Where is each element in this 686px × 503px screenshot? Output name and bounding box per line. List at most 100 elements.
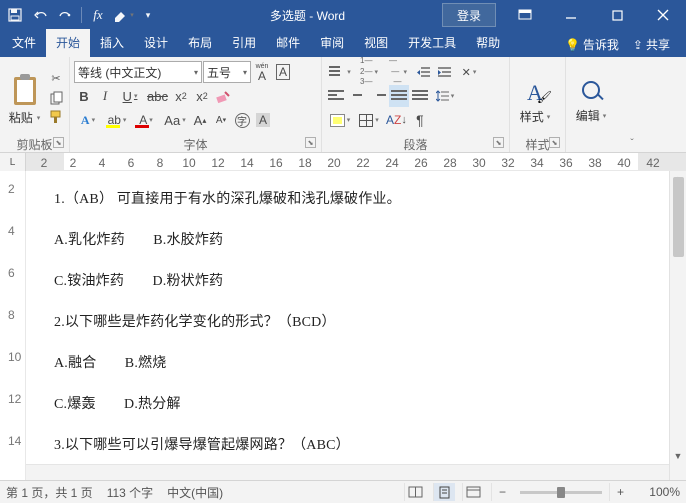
increase-indent-icon[interactable] xyxy=(434,61,454,83)
copy-icon[interactable] xyxy=(47,89,65,107)
print-layout-icon[interactable] xyxy=(433,483,455,501)
document-page[interactable]: 1.（AB） 可直接用于有水的深孔爆破和浅孔爆破作业。 A.乳化炸药 B.水胶炸药… xyxy=(26,171,669,480)
scroll-thumb[interactable] xyxy=(673,177,684,257)
doc-line[interactable]: 1.（AB） 可直接用于有水的深孔爆破和浅孔爆破作业。 xyxy=(54,189,655,210)
scroll-down-icon[interactable]: ▼ xyxy=(670,448,686,464)
tab-开发工具[interactable]: 开发工具 xyxy=(398,29,466,57)
font-dialog-icon[interactable]: ⬊ xyxy=(305,137,316,148)
doc-line[interactable]: C.铵油炸药 D.粉状炸药 xyxy=(54,271,655,292)
word-count[interactable]: 113 个字 xyxy=(107,484,153,501)
enclose-character-icon[interactable]: 字 xyxy=(232,109,252,131)
share-button[interactable]: ⇪共享 xyxy=(627,32,676,57)
grow-font-icon[interactable]: A▴ xyxy=(190,109,210,131)
italic-button[interactable]: I xyxy=(95,85,115,107)
login-button[interactable]: 登录 xyxy=(442,3,496,27)
doc-line[interactable]: A.融合 B.燃烧 xyxy=(54,353,655,374)
phonetic-guide-icon[interactable]: wénA xyxy=(252,61,272,83)
collapse-ribbon-icon[interactable]: ˇ xyxy=(622,57,642,153)
paste-button[interactable]: 粘贴▾ xyxy=(4,59,45,136)
qat-customize-icon[interactable]: ▾ xyxy=(137,3,159,27)
character-shading-icon[interactable]: A xyxy=(253,109,273,131)
close-icon[interactable] xyxy=(640,0,686,30)
clear-formatting-icon[interactable] xyxy=(213,85,233,107)
ribbon-display-icon[interactable] xyxy=(502,0,548,30)
minimize-icon[interactable] xyxy=(548,0,594,30)
zoom-slider[interactable] xyxy=(520,491,602,494)
zoom-level[interactable]: 100% xyxy=(638,485,680,499)
clipboard-dialog-icon[interactable]: ⬊ xyxy=(53,137,64,148)
font-color-icon[interactable]: A▾ xyxy=(132,109,160,131)
tab-帮助[interactable]: 帮助 xyxy=(466,29,510,57)
doc-line[interactable]: C.爆轰 D.热分解 xyxy=(54,394,655,415)
multilevel-list-icon[interactable]: — — —▾ xyxy=(384,61,412,83)
formula-icon[interactable]: fx xyxy=(87,3,109,27)
underline-button[interactable]: U▾ xyxy=(116,85,144,107)
justify-icon[interactable] xyxy=(389,85,409,107)
save-icon[interactable] xyxy=(4,3,26,27)
tab-邮件[interactable]: 邮件 xyxy=(266,29,310,57)
tab-引用[interactable]: 引用 xyxy=(222,29,266,57)
horizontal-scrollbar[interactable] xyxy=(26,464,669,480)
eraser-icon[interactable]: ▾ xyxy=(112,3,134,27)
format-painter-icon[interactable] xyxy=(47,108,65,126)
highlight-icon[interactable]: ab▾ xyxy=(103,109,131,131)
web-layout-icon[interactable] xyxy=(462,483,484,501)
zoom-out-icon[interactable]: − xyxy=(491,483,513,501)
bulb-icon: 💡 xyxy=(565,38,580,52)
read-mode-icon[interactable] xyxy=(404,483,426,501)
align-center-icon[interactable] xyxy=(347,85,367,107)
vertical-scrollbar[interactable]: ▲ ▼ xyxy=(669,171,686,480)
styles-dialog-icon[interactable]: ⬊ xyxy=(549,137,560,148)
doc-line[interactable]: 3.以下哪些可以引爆导爆管起爆网路？（ABC） xyxy=(54,435,655,456)
change-case-icon[interactable]: Aa▾ xyxy=(161,109,189,131)
bullets-icon[interactable]: ▾ xyxy=(326,61,354,83)
font-family-combo[interactable]: 等线 (中文正文)▾ xyxy=(74,61,202,83)
vertical-ruler[interactable]: 2468101214 xyxy=(0,171,26,480)
bold-button[interactable]: B xyxy=(74,85,94,107)
ribbon-tabs: 文件开始插入设计布局引用邮件审阅视图开发工具帮助 💡告诉我 ⇪共享 xyxy=(0,30,686,57)
undo-icon[interactable] xyxy=(29,3,51,27)
asian-layout-icon[interactable]: ✕▾ xyxy=(455,61,483,83)
sort-icon[interactable]: AZ↓ xyxy=(384,109,409,131)
numbering-icon[interactable]: 1—2—3—▾ xyxy=(355,61,383,83)
tab-文件[interactable]: 文件 xyxy=(2,29,46,57)
shading-icon[interactable]: ▾ xyxy=(326,109,354,131)
tab-开始[interactable]: 开始 xyxy=(46,29,90,57)
tab-设计[interactable]: 设计 xyxy=(134,29,178,57)
distributed-icon[interactable] xyxy=(410,85,430,107)
font-size-combo[interactable]: 五号▾ xyxy=(203,61,251,83)
maximize-icon[interactable] xyxy=(594,0,640,30)
styles-button[interactable]: A🖌 样式▾ xyxy=(514,59,556,136)
paragraph-dialog-icon[interactable]: ⬊ xyxy=(493,137,504,148)
superscript-button[interactable]: x2 xyxy=(192,85,212,107)
tab-审阅[interactable]: 审阅 xyxy=(310,29,354,57)
vruler-tick: 14 xyxy=(8,434,21,448)
subscript-button[interactable]: x2 xyxy=(171,85,191,107)
align-left-icon[interactable] xyxy=(326,85,346,107)
redo-icon[interactable] xyxy=(54,3,76,27)
decrease-indent-icon[interactable] xyxy=(413,61,433,83)
cut-icon[interactable]: ✂ xyxy=(47,70,65,88)
language-status[interactable]: 中文(中国) xyxy=(167,484,223,501)
align-right-icon[interactable] xyxy=(368,85,388,107)
strikethrough-button[interactable]: abc xyxy=(145,85,170,107)
text-effects-icon[interactable]: A▾ xyxy=(74,109,102,131)
borders-icon[interactable]: ▾ xyxy=(355,109,383,131)
tab-selector-icon[interactable]: L xyxy=(0,153,26,171)
doc-line[interactable]: A.乳化炸药 B.水胶炸药 xyxy=(54,230,655,251)
editing-button[interactable]: 编辑▾ xyxy=(570,59,612,136)
zoom-in-icon[interactable]: + xyxy=(609,483,631,501)
tell-me-button[interactable]: 💡告诉我 xyxy=(559,32,625,57)
shrink-font-icon[interactable]: A▾ xyxy=(211,109,231,131)
show-marks-icon[interactable]: ¶ xyxy=(410,109,430,131)
tab-视图[interactable]: 视图 xyxy=(354,29,398,57)
tab-插入[interactable]: 插入 xyxy=(90,29,134,57)
doc-line[interactable]: 2.以下哪些是炸药化学变化的形式？（BCD） xyxy=(54,312,655,333)
page-status[interactable]: 第 1 页，共 1 页 xyxy=(6,484,93,501)
ruler-tick: 8 xyxy=(157,156,164,170)
line-spacing-icon[interactable]: ▾ xyxy=(431,85,459,107)
ruler-tick: 28 xyxy=(443,156,456,170)
tab-布局[interactable]: 布局 xyxy=(178,29,222,57)
horizontal-ruler[interactable]: 224681012141618202224262830323436384042 xyxy=(26,153,686,170)
character-border-icon[interactable]: A xyxy=(273,61,293,83)
